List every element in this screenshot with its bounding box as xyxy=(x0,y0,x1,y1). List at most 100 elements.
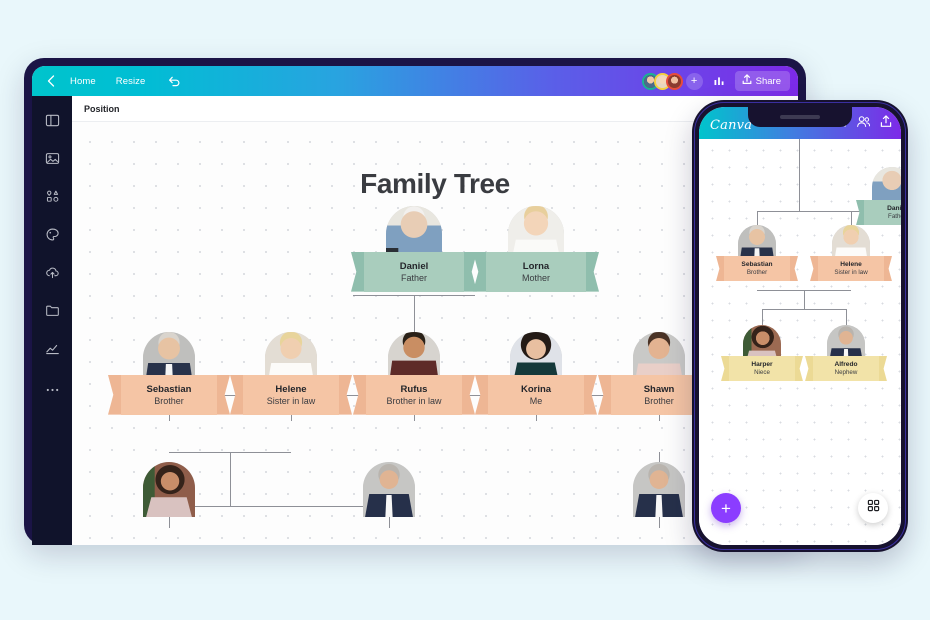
person-role: Nephew xyxy=(834,369,858,377)
connector-line xyxy=(762,309,846,310)
tablet-screen: Home Resize + Share Position Family Tree… xyxy=(32,66,798,545)
top-bar-right-group: + Share xyxy=(641,71,798,91)
person-name: Rufus xyxy=(400,384,428,395)
ribbon-body: Daniel Father xyxy=(864,200,901,226)
canva-logo: Canva xyxy=(710,118,753,133)
image-icon xyxy=(45,151,60,171)
share-button[interactable]: Share xyxy=(734,71,790,91)
grid-view-button[interactable] xyxy=(858,493,888,523)
ribbon-tail-left xyxy=(108,375,122,415)
person-name: Harper xyxy=(751,361,773,368)
name-ribbon: Lorna Mother xyxy=(473,252,599,292)
share-upload-icon[interactable] xyxy=(880,115,892,133)
person-name: Shawn xyxy=(643,384,675,395)
editor-context-toolbar: Position xyxy=(72,96,798,122)
sidebar-item-uploads[interactable] xyxy=(32,256,72,294)
name-ribbon: Daniel Father xyxy=(856,200,901,226)
folder-icon xyxy=(45,303,60,323)
connector-line xyxy=(757,211,758,225)
people-icon[interactable] xyxy=(856,115,871,133)
ribbon-tail-right xyxy=(585,252,599,292)
name-ribbon: Alfredo Nephew xyxy=(805,356,887,382)
tree-node-card[interactable] xyxy=(143,462,195,517)
ribbon-body: Harper Niece xyxy=(729,356,795,382)
tree-node-card[interactable]: Helene Sister in law xyxy=(810,225,892,282)
person-name: Korina xyxy=(520,384,552,395)
tree-node-card[interactable]: Rufus Brother in law xyxy=(353,332,475,415)
sidebar-item-projects[interactable] xyxy=(32,294,72,332)
bar-chart-icon[interactable] xyxy=(709,71,729,91)
person-role: Mother xyxy=(521,272,550,283)
sidebar-item-design[interactable] xyxy=(32,104,72,142)
design-canvas[interactable]: Family Tree Daniel Father Lorna Mother S… xyxy=(72,122,798,545)
tree-node-card[interactable]: Daniel Father xyxy=(344,206,484,292)
person-role: Father xyxy=(888,213,901,221)
name-ribbon: Helene Sister in law xyxy=(230,375,352,415)
editor-top-bar: Home Resize + Share xyxy=(32,66,798,96)
connector-line xyxy=(846,309,847,325)
connector-line xyxy=(799,139,800,211)
person-name: Helene xyxy=(840,261,862,268)
tree-node-card[interactable]: Sebastian Brother xyxy=(108,332,230,415)
phone-screen: Canva Dan Fath Sebastian Brother Helene … xyxy=(699,107,901,545)
name-ribbon: Rufus Brother in law xyxy=(353,375,475,415)
tree-node-card[interactable]: Korina Me xyxy=(475,332,597,415)
ribbon-tail-left xyxy=(598,375,612,415)
tree-node-card[interactable]: Sebastian Brother xyxy=(716,225,798,282)
tree-node-card[interactable]: Daniel Father xyxy=(856,167,901,226)
ribbon-tail-right xyxy=(789,256,798,282)
resize-button[interactable]: Resize xyxy=(106,72,156,91)
share-button-label: Share xyxy=(755,75,781,87)
add-collaborator-button[interactable]: + xyxy=(685,72,703,90)
brand-palette-icon xyxy=(45,227,60,247)
ribbon-tail-left xyxy=(230,375,244,415)
phone-design-canvas[interactable]: Daniel Father xyxy=(699,139,901,545)
tree-node-card[interactable]: Lorna Mother xyxy=(466,206,606,292)
position-button[interactable]: Position xyxy=(84,104,120,114)
sidebar-item-more[interactable] xyxy=(32,370,72,408)
undo-icon[interactable] xyxy=(163,75,185,87)
name-ribbon: Sebastian Brother xyxy=(716,256,798,282)
person-role: Sister in law xyxy=(834,269,868,277)
grid-icon xyxy=(867,499,880,517)
person-role: Me xyxy=(529,395,543,406)
sidebar-item-charts[interactable] xyxy=(32,332,72,370)
person-role: Niece xyxy=(754,369,770,377)
trend-chart-icon xyxy=(45,341,60,361)
cloud-upload-icon xyxy=(45,265,60,285)
sidebar-item-image[interactable] xyxy=(32,142,72,180)
person-role: Brother in law xyxy=(386,395,442,406)
tree-node-card[interactable] xyxy=(363,462,415,517)
person-name: Helene xyxy=(275,384,307,395)
editor-body: Position Family Tree Daniel Father Lorna… xyxy=(32,96,798,545)
tree-node-card[interactable]: Alfredo Nephew xyxy=(805,325,887,382)
ribbon-body: Alfredo Nephew xyxy=(813,356,879,382)
sidebar-item-brand[interactable] xyxy=(32,218,72,256)
phone-speaker xyxy=(780,115,820,119)
ribbon-tail-left xyxy=(473,252,487,292)
more-dots-icon xyxy=(45,380,60,398)
ribbon-body: Daniel Father xyxy=(364,252,464,292)
tree-node-card[interactable]: Harper Niece xyxy=(721,325,803,382)
name-ribbon: Sebastian Brother xyxy=(108,375,230,415)
ribbon-tail-right xyxy=(794,356,803,382)
sidebar-item-elements[interactable] xyxy=(32,180,72,218)
ribbon-tail-right xyxy=(883,256,892,282)
ribbon-tail-right xyxy=(461,375,475,415)
tree-node-card[interactable]: Helene Sister in law xyxy=(230,332,352,415)
chevron-left-icon[interactable] xyxy=(42,72,60,90)
home-button[interactable]: Home xyxy=(60,72,106,91)
ribbon-body: Rufus Brother in law xyxy=(366,375,462,415)
name-ribbon: Korina Me xyxy=(475,375,597,415)
phone-notch xyxy=(748,107,852,127)
ribbon-body: Korina Me xyxy=(488,375,584,415)
screenshot-root: Home Resize + Share Position Family Tree… xyxy=(0,0,930,620)
avatar[interactable] xyxy=(665,72,683,90)
ribbon-tail-right xyxy=(878,356,887,382)
collaborator-avatars[interactable]: + xyxy=(641,72,703,90)
person-role: Brother xyxy=(154,395,184,406)
avatar xyxy=(633,462,685,517)
ribbon-tail-left xyxy=(475,375,489,415)
tree-node-card[interactable] xyxy=(633,462,685,517)
add-button[interactable]: + xyxy=(711,493,741,523)
